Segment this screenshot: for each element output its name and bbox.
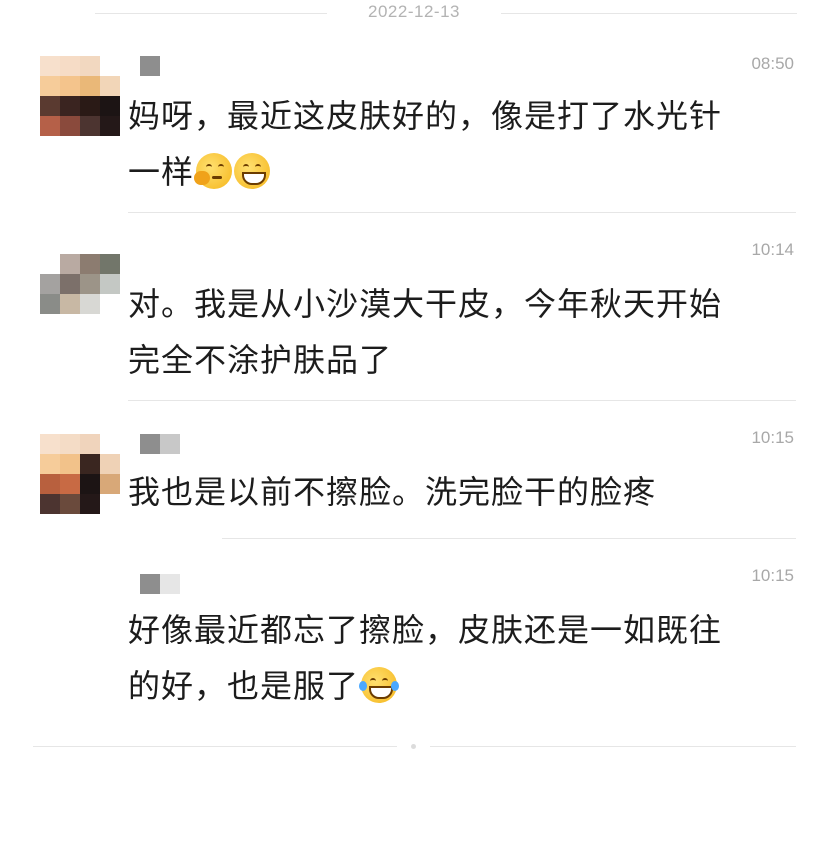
message-item: 10:14 对。我是从小沙漠大干皮，今年秋天开始 完全不涂护肤品了 [0, 240, 828, 401]
message-text: 好像最近都忘了擦脸，皮肤还是一如既往 的好，也是服了 [128, 602, 788, 714]
avatar[interactable] [40, 56, 120, 136]
message-text: 妈呀，最近这皮肤好的，像是打了水光针 一样 [128, 88, 788, 200]
message-line-2: 的好，也是服了 [128, 658, 788, 714]
message-divider [222, 538, 796, 539]
message-divider [128, 212, 796, 213]
message-text: 对。我是从小沙漠大干皮，今年秋天开始 完全不涂护肤品了 [128, 276, 788, 388]
message-line: 我也是以前不擦脸。洗完脸干的脸疼 [128, 473, 657, 511]
avatar[interactable] [40, 434, 120, 514]
date-separator: 2022-12-13 [0, 0, 828, 26]
avatar[interactable] [40, 254, 120, 334]
message-time: 08:50 [751, 54, 794, 73]
message-item: 08:50 妈呀，最近这皮肤好的，像是打了水光针 一样 [0, 50, 828, 213]
thinking-face-emoji [194, 153, 233, 189]
sender-name-blurred [140, 56, 160, 76]
message-line-2: 一样 [128, 144, 788, 200]
tears-of-joy-emoji [359, 667, 400, 703]
date-line-right [501, 13, 797, 14]
message-line-2: 完全不涂护肤品了 [128, 341, 393, 379]
message-divider [128, 400, 796, 401]
message-item: 10:15 好像最近都忘了擦脸，皮肤还是一如既往 的好，也是服了 [0, 566, 828, 706]
message-line: 好像最近都忘了擦脸，皮肤还是一如既往 [128, 611, 723, 649]
message-item: 10:15 我也是以前不擦脸。洗完脸干的脸疼 [0, 428, 828, 539]
message-time: 10:14 [751, 240, 794, 259]
list-end-separator [0, 744, 828, 749]
message-time: 10:15 [751, 428, 794, 447]
date-label: 2022-12-13 [368, 2, 460, 21]
sender-name-blurred [140, 574, 180, 594]
message-line-text: 的好，也是服了 [128, 667, 360, 705]
message-line: 妈呀，最近这皮肤好的，像是打了水光针 [128, 97, 723, 135]
sender-name-blurred [140, 434, 180, 454]
message-line-text: 一样 [128, 153, 195, 191]
grinning-face-emoji [234, 153, 271, 189]
message-line: 对。我是从小沙漠大干皮，今年秋天开始 [128, 285, 723, 323]
end-dot [411, 744, 416, 749]
end-line-left [33, 746, 397, 747]
message-text: 我也是以前不擦脸。洗完脸干的脸疼 [128, 464, 788, 520]
end-line-right [430, 746, 796, 747]
message-time: 10:15 [751, 566, 794, 585]
